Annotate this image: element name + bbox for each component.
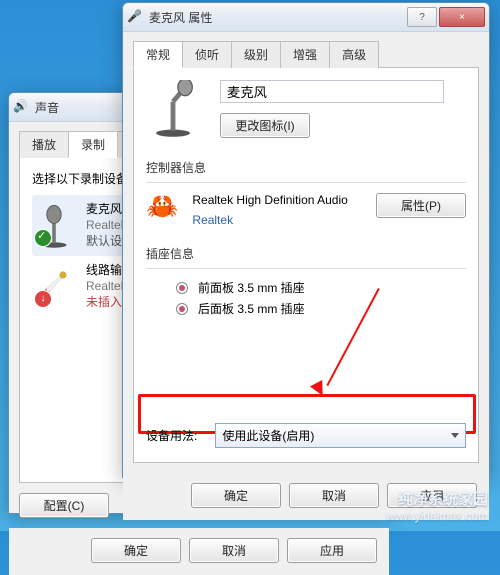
close-button[interactable]: × xyxy=(439,7,485,27)
realtek-crab-icon: 🦀 xyxy=(146,193,178,219)
tab-general[interactable]: 常规 xyxy=(133,41,183,68)
jack-bullet-icon xyxy=(176,303,188,315)
window-buttons: ? × xyxy=(407,7,485,27)
usage-value: 使用此设备(启用) xyxy=(222,427,314,444)
jack-text: 前面板 3.5 mm 插座 xyxy=(198,279,305,296)
controller-properties-button[interactable]: 属性(P) xyxy=(376,193,466,218)
sound-footer: 确定 取消 应用 xyxy=(9,528,389,575)
help-button[interactable]: ? xyxy=(407,7,437,27)
prop-tabs: 常规 侦听 级别 增强 高级 xyxy=(133,40,479,68)
separator xyxy=(146,268,466,269)
cancel-button[interactable]: 取消 xyxy=(189,538,279,563)
tab-playback[interactable]: 播放 xyxy=(19,131,69,158)
configure-button[interactable]: 配置(C) xyxy=(19,493,109,518)
tab-advanced[interactable]: 高级 xyxy=(329,41,379,68)
prop-titlebar[interactable]: 🎤 麦克风 属性 ? × xyxy=(123,3,489,32)
tab-levels[interactable]: 级别 xyxy=(231,41,281,68)
device-usage-dropdown[interactable]: 使用此设备(启用) xyxy=(215,423,466,448)
usage-label: 设备用法: xyxy=(146,427,197,444)
tab-enhance[interactable]: 增强 xyxy=(280,41,330,68)
tab-listen[interactable]: 侦听 xyxy=(182,41,232,68)
cancel-button[interactable]: 取消 xyxy=(289,483,379,508)
watermark-title: 纯净系统家园 xyxy=(386,490,488,510)
watermark: 纯净系统家园 www.yidaimax.com xyxy=(386,490,488,525)
jack-front: 前面板 3.5 mm 插座 xyxy=(176,279,466,296)
tab-recording[interactable]: 录制 xyxy=(68,131,118,158)
mic-properties-window: 🎤 麦克风 属性 ? × 常规 侦听 级别 增强 高级 更改图标(I) xyxy=(122,2,490,478)
jack-bullet-icon xyxy=(176,282,188,294)
controller-vendor: Realtek xyxy=(192,213,362,227)
separator xyxy=(146,182,466,183)
jack-text: 后面板 3.5 mm 插座 xyxy=(198,300,305,317)
general-panel: 更改图标(I) 控制器信息 🦀 Realtek High Definition … xyxy=(133,68,479,463)
watermark-url: www.yidaimax.com xyxy=(386,509,488,525)
device-large-icon xyxy=(146,80,200,141)
ok-button[interactable]: 确定 xyxy=(191,483,281,508)
apply-button[interactable]: 应用 xyxy=(287,538,377,563)
chevron-down-icon xyxy=(451,433,459,442)
change-icon-button[interactable]: 更改图标(I) xyxy=(220,113,310,138)
controller-label: 控制器信息 xyxy=(146,159,466,176)
device-name-input[interactable] xyxy=(220,80,444,103)
jack-label: 插座信息 xyxy=(146,245,466,262)
prop-body: 常规 侦听 级别 增强 高级 更改图标(I) 控制器信息 🦀 Real xyxy=(123,32,489,473)
controller-name: Realtek High Definition Audio xyxy=(192,193,362,207)
prop-title: 麦克风 属性 xyxy=(149,9,407,26)
microphone-icon xyxy=(36,205,76,245)
microphone-icon: 🎤 xyxy=(127,9,143,25)
jack-rear: 后面板 3.5 mm 插座 xyxy=(176,300,466,317)
speaker-icon: 🔊 xyxy=(13,99,29,115)
cable-icon xyxy=(36,266,76,306)
unplugged-icon xyxy=(34,290,52,308)
ok-button[interactable]: 确定 xyxy=(91,538,181,563)
